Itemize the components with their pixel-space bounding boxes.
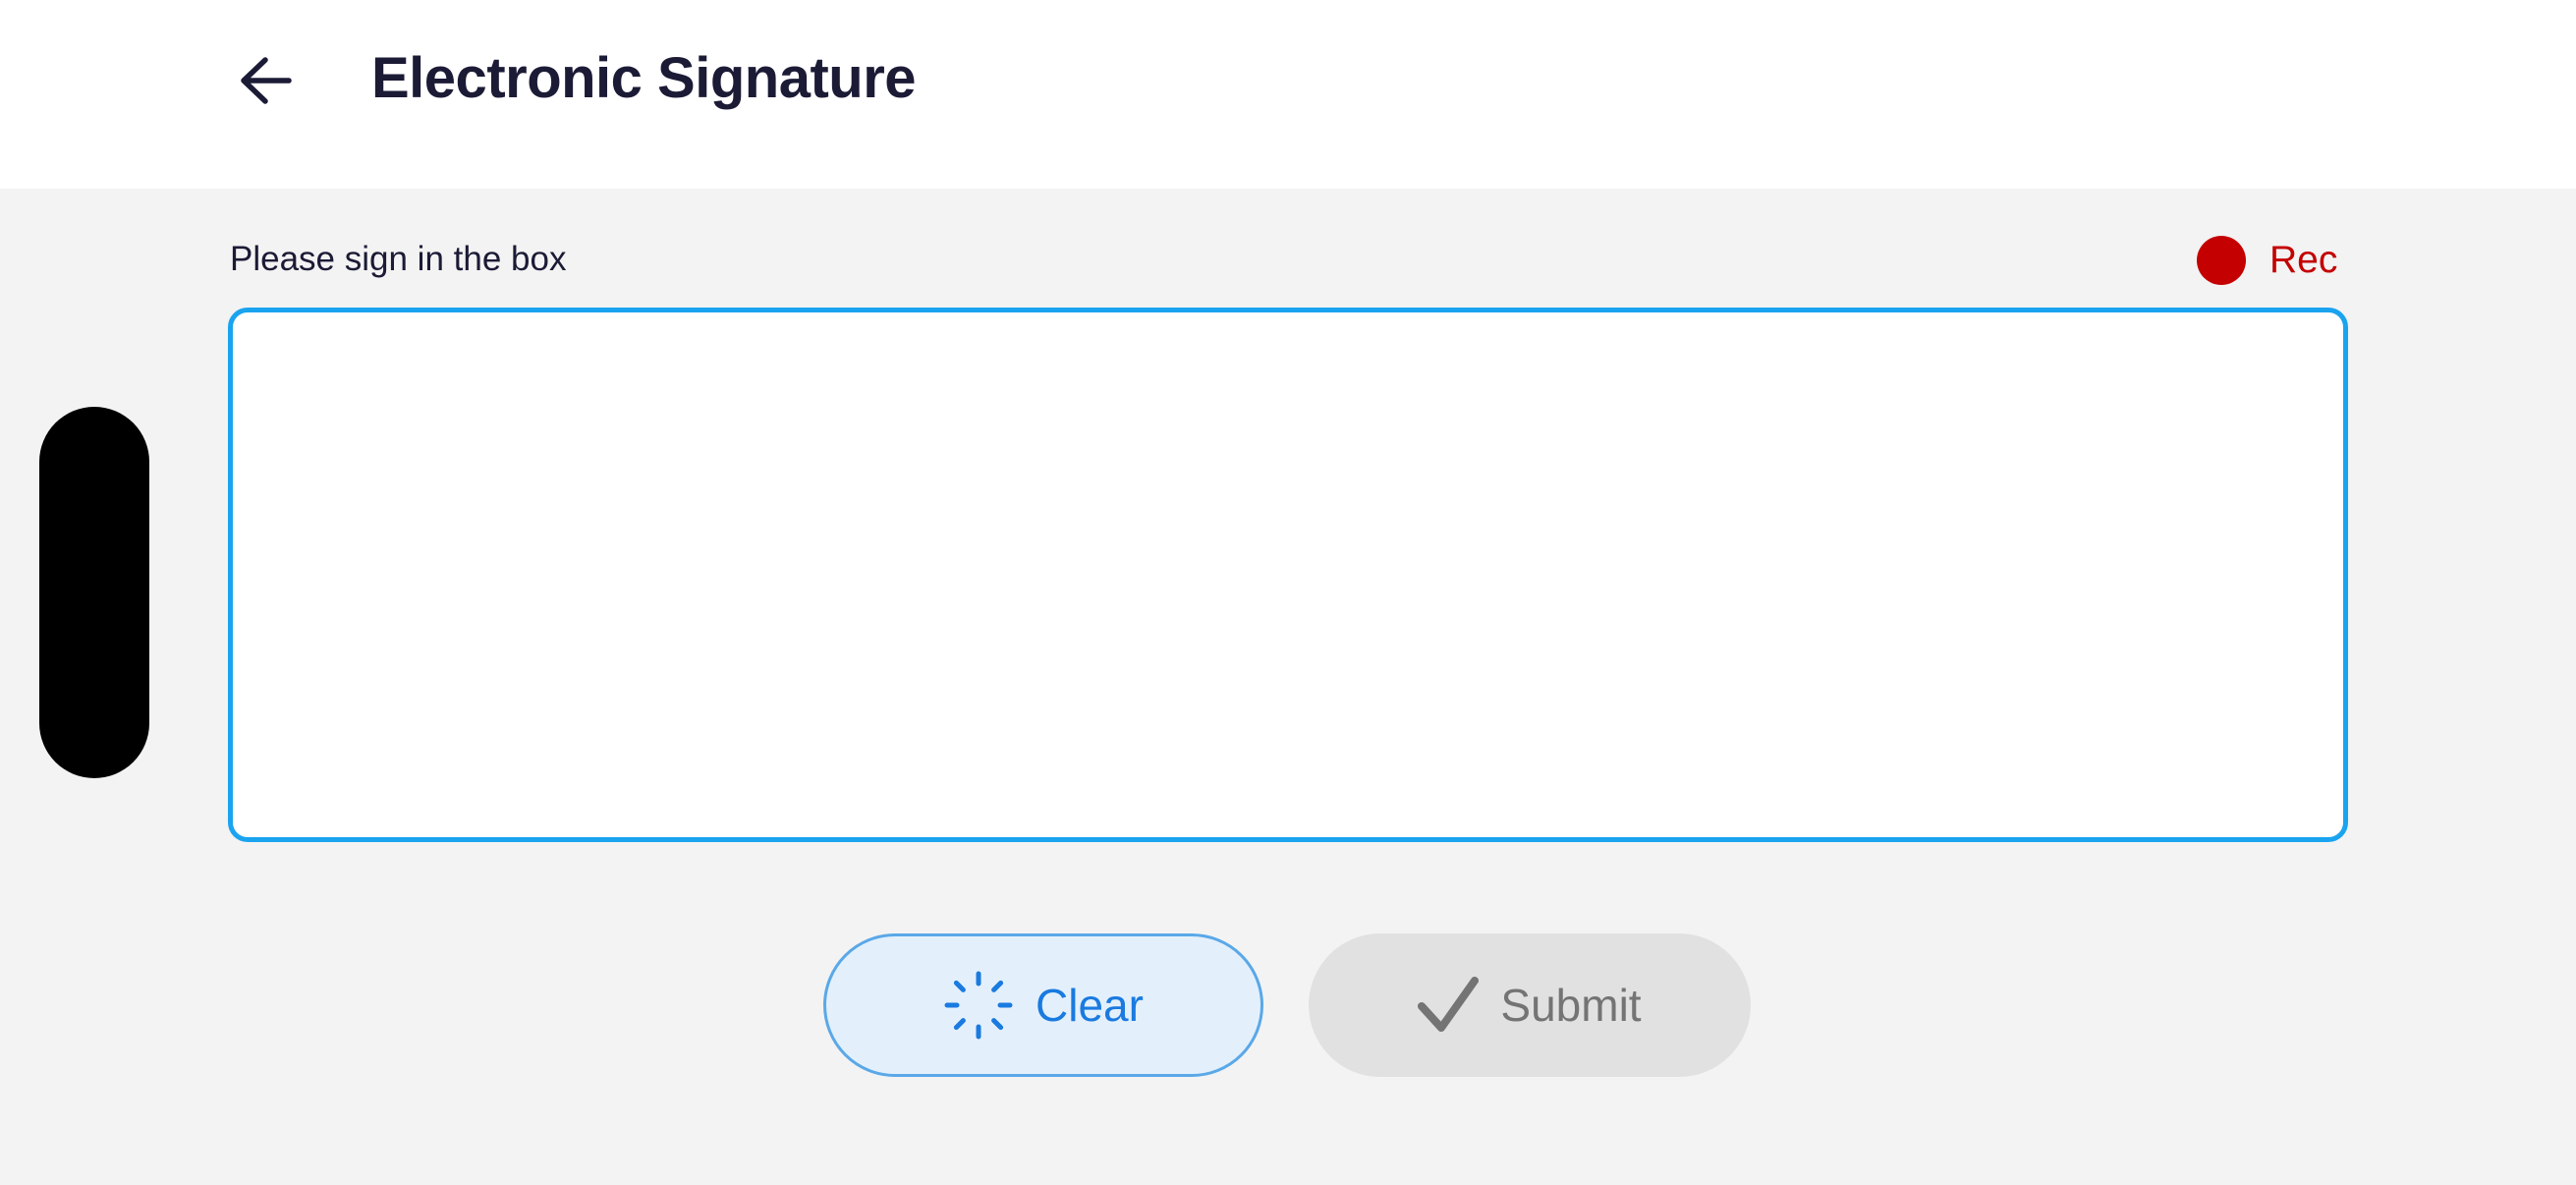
signature-pad[interactable]	[228, 308, 2348, 842]
clear-button[interactable]: Clear	[823, 933, 1263, 1077]
app-header: Electronic Signature	[0, 0, 2576, 189]
side-drag-handle[interactable]	[39, 407, 149, 778]
clear-label: Clear	[1036, 980, 1144, 1031]
back-button[interactable]	[218, 39, 312, 126]
checkmark-icon	[1418, 977, 1480, 1034]
arrow-left-icon	[238, 56, 293, 110]
spinner-icon	[943, 970, 1014, 1041]
recording-label: Rec	[2269, 239, 2338, 281]
submit-label: Submit	[1500, 980, 1642, 1031]
record-dot-icon	[2197, 236, 2246, 285]
page-title: Electronic Signature	[371, 46, 917, 110]
signature-page: Electronic Signature Please sign in the …	[0, 0, 2576, 1185]
recording-indicator: Rec	[2197, 236, 2337, 285]
submit-button[interactable]: Submit	[1309, 933, 1751, 1077]
signature-instruction: Please sign in the box	[230, 240, 567, 278]
